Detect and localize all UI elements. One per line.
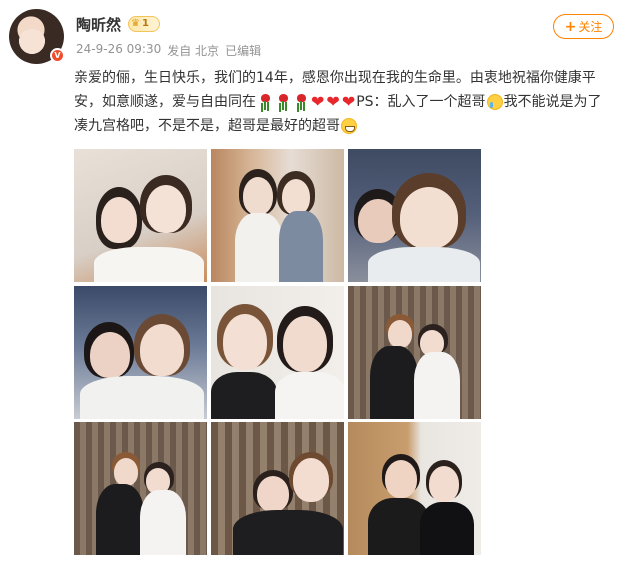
heart-icon: ❤: [326, 92, 340, 111]
post-time[interactable]: 24-9-26 09:30: [76, 42, 161, 59]
rose-icon: [293, 94, 309, 110]
plus-icon: +: [564, 18, 577, 35]
photo-6[interactable]: [348, 286, 481, 419]
follow-label: 关注: [578, 20, 603, 34]
crown-icon: ♛: [131, 18, 140, 29]
photo-3[interactable]: [348, 149, 481, 282]
edited-label[interactable]: 已编辑: [225, 42, 261, 59]
heart-icon: ❤: [311, 92, 325, 111]
content-text-2: PS：乱入了一个超哥: [356, 94, 486, 110]
rose-icon: [275, 94, 291, 110]
photo-4[interactable]: [74, 286, 207, 419]
photo-2[interactable]: [211, 149, 344, 282]
rose-icon: [257, 94, 273, 110]
photo-7[interactable]: [74, 422, 207, 555]
post-source: 发自 北京: [167, 44, 220, 58]
verified-v-icon: V: [50, 48, 65, 63]
photo-8[interactable]: [211, 422, 344, 555]
follow-button[interactable]: + 关注: [553, 14, 614, 39]
photo-5[interactable]: [211, 286, 344, 419]
photo-9[interactable]: [348, 422, 481, 555]
weibo-post-card: V 陶昕然 ♛ 1 24-9-26 09:30 发自 北京 已编辑 + 关注 亲…: [0, 0, 633, 565]
author-name[interactable]: 陶昕然: [76, 14, 121, 35]
grin-icon: [341, 118, 357, 134]
vip-level: 1: [141, 18, 149, 29]
post-content: 亲爱的俪，生日快乐，我们的14年，感恩你出现在我的生命里。由衷地祝福你健康平安，…: [74, 66, 614, 138]
photo-1[interactable]: [74, 149, 207, 282]
heart-icon: ❤: [341, 92, 356, 111]
vip-badge[interactable]: ♛ 1: [128, 16, 160, 32]
cry-laugh-icon: [486, 94, 503, 110]
post-meta: 24-9-26 09:30 发自 北京 已编辑: [76, 42, 261, 59]
